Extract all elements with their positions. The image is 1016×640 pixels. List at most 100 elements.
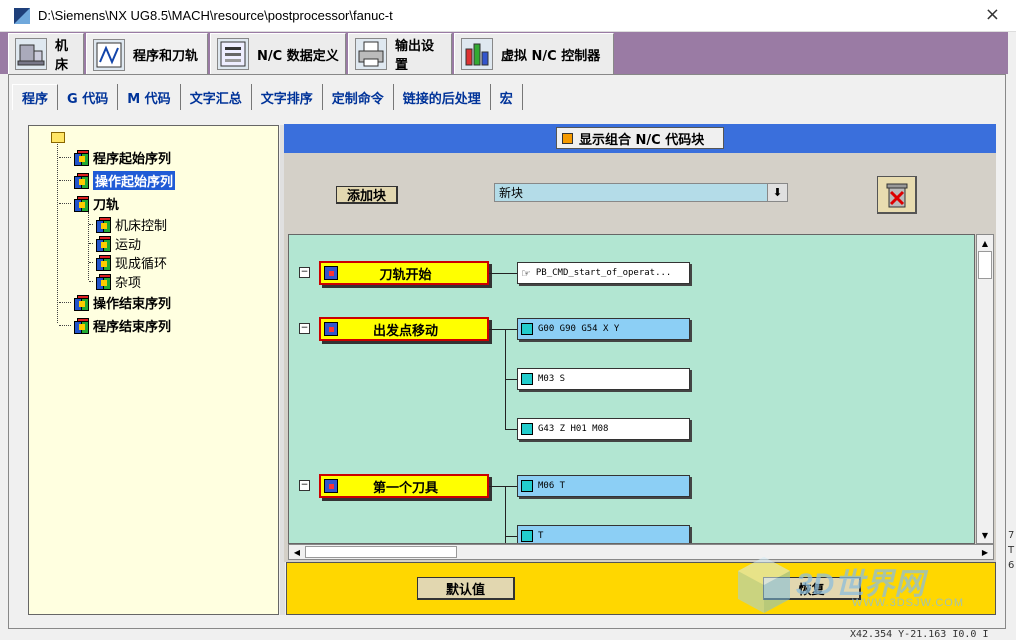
tree-item-machine-control[interactable]: 机床控制 [89,215,167,234]
tree-item-label: 机床控制 [115,219,168,234]
trash-icon[interactable] [877,176,917,214]
word-text: M06 T [538,481,566,491]
block-icon [521,373,533,385]
watermark-cube-icon [738,557,790,613]
event-label: 出发点移动 [372,323,438,339]
connector [489,486,517,487]
program-toolpath-icon [93,38,125,71]
default-button[interactable]: 默认值 [417,577,515,600]
tab-virtual-controller[interactable]: 虚拟 N/C 控制器 [454,33,614,74]
word-block[interactable]: ☞ PB_CMD_start_of_operat... [517,262,690,284]
event-icon [324,479,338,493]
tree-item-program-start[interactable]: 程序起始序列 [59,148,171,167]
connector [505,379,517,380]
scroll-thumb[interactable] [978,251,992,279]
tree-item-program-end[interactable]: 程序结束序列 [59,316,171,335]
word-text: T [538,531,544,541]
tree-item-label: 刀轨 [93,198,120,213]
event-block-toolpath-start[interactable]: 刀轨开始 [319,261,489,285]
sub-tab-bar: 程序 G 代码 M 代码 文字汇总 文字排序 定制命令 链接的后处理 宏 [12,84,523,110]
tree-item-label: 运动 [115,238,142,253]
toggle-indicator-icon [562,132,573,144]
sequence-icon [96,273,112,290]
tree-item-operation-end[interactable]: 操作结束序列 [59,293,171,312]
subtab-word-sequence[interactable]: 文字排序 [251,84,323,110]
tree-item-label: 现成循环 [115,257,168,272]
scroll-thumb[interactable] [305,546,457,558]
subtab-word-summary[interactable]: 文字汇总 [180,84,252,110]
tab-program-toolpath[interactable]: 程序和刀轨 [86,33,208,75]
word-block[interactable]: T [517,525,690,543]
site-watermark: 3D世界网 WWW.3DSJW.COM [734,553,994,623]
tree-connector [59,203,71,204]
block-icon [521,423,533,435]
show-combined-nc-toggle[interactable]: 显示组合 N/C 代码块 [556,127,724,149]
window-title: D:\Siemens\NX UG8.5\MACH\resource\postpr… [38,8,393,23]
collapse-icon[interactable]: − [299,267,310,278]
background-char: T [1008,545,1015,556]
background-status-text: X42.354 Y-21.163 I0.0 I [850,629,989,640]
tree-item-operation-start[interactable]: 操作起始序列 [59,171,176,190]
event-block-from-move[interactable]: 出发点移动 [319,317,489,341]
tree-connector [89,224,93,225]
background-window-text: 7 T 6 [1008,528,1014,573]
tree-item-toolpath[interactable]: 刀轨 [59,194,119,213]
new-block-select[interactable]: 新块 ⬇ [494,183,788,202]
new-block-value: 新块 [499,186,524,200]
word-block[interactable]: G00 G90 G54 X Y [517,318,690,340]
dropdown-arrow-icon[interactable]: ⬇ [767,184,787,201]
tree-connector [59,325,71,326]
tree-item-motion[interactable]: 运动 [89,234,141,253]
subtab-program[interactable]: 程序 [12,84,59,110]
tab-nc-data[interactable]: N/C 数据定义 [210,33,346,74]
tree-item-label: 程序结束序列 [93,320,172,335]
tree-item-canned-cycle[interactable]: 现成循环 [89,253,167,272]
tab-machine[interactable]: 机床 [8,33,84,74]
scroll-up-icon[interactable]: ▲ [977,235,993,251]
word-block[interactable]: M06 T [517,475,690,497]
tree-connector [59,157,71,158]
collapse-icon[interactable]: − [299,323,310,334]
subtab-g-code[interactable]: G 代码 [58,84,119,110]
event-block-first-tool[interactable]: 第一个刀具 [319,474,489,498]
connector [505,429,517,430]
word-text: PB_CMD_start_of_operat... [535,268,672,278]
scroll-left-icon[interactable]: ◀ [289,545,305,559]
sequence-icon [96,254,112,271]
block-icon [521,480,533,492]
scroll-down-icon[interactable]: ▼ [977,527,993,543]
word-block[interactable]: G43 Z H01 M08 [517,418,690,440]
tree-item-label: 操作起始序列 [93,171,176,190]
tree-connector [89,281,93,282]
tree-connector [59,180,71,181]
tree-item-misc[interactable]: 杂项 [89,272,141,291]
machine-tool-icon [15,38,47,70]
virtual-controller-icon [461,38,493,70]
vertical-scrollbar[interactable]: ▲ ▼ [976,234,994,544]
tree-connector [89,243,93,244]
connector [489,273,517,274]
tab-program-toolpath-label: 程序和刀轨 [133,49,199,64]
event-icon [324,266,338,280]
custom-command-icon: ☞ [521,266,531,280]
sequence-icon [74,195,90,212]
subtab-linked-posts[interactable]: 链接的后处理 [393,84,491,110]
sequence-icon [96,235,112,252]
app-icon [14,8,30,24]
add-block-button[interactable]: 添加块 [336,186,398,204]
subtab-macro[interactable]: 宏 [490,84,523,110]
subtab-custom-command[interactable]: 定制命令 [322,84,394,110]
connector [505,536,517,537]
close-icon[interactable]: × [985,4,1000,25]
nc-data-icon [217,38,249,70]
root-folder-icon [51,132,65,143]
sequence-icon [74,172,90,189]
word-text: G00 G90 G54 X Y [538,324,620,334]
tab-machine-label: 机床 [55,39,69,73]
tab-output-settings[interactable]: 输出设置 [348,33,452,74]
event-label: 刀轨开始 [379,267,432,283]
collapse-icon[interactable]: − [299,480,310,491]
subtab-m-code[interactable]: M 代码 [118,84,181,110]
word-block[interactable]: M03 S [517,368,690,390]
tree-item-label: 程序起始序列 [93,152,172,167]
